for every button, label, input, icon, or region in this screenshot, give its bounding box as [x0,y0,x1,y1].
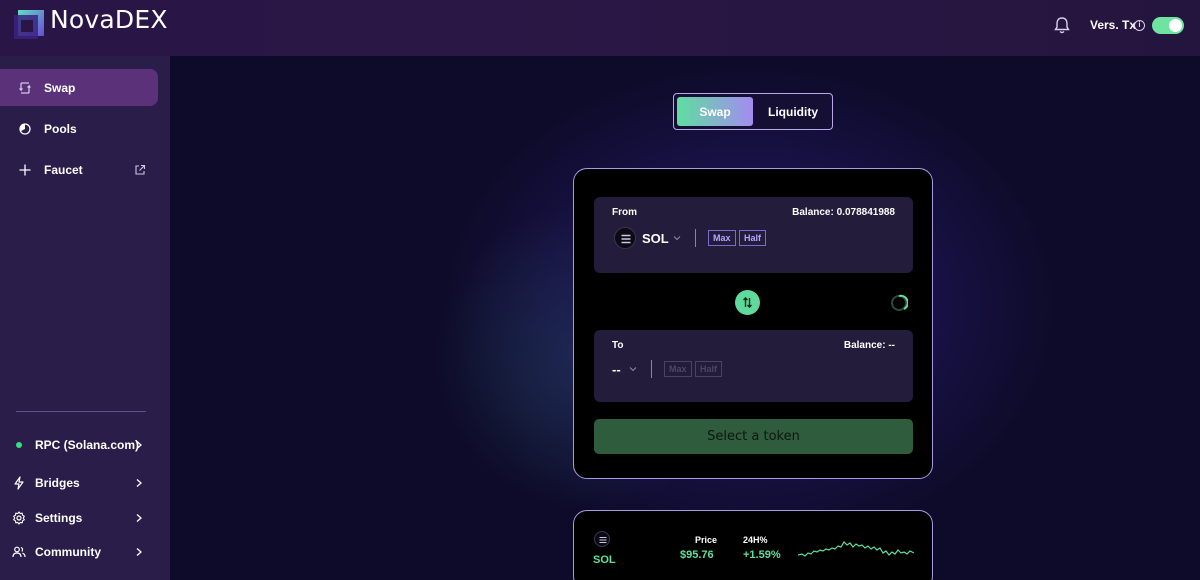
from-balance[interactable]: Balance: 0.078841988 [792,207,895,218]
from-label: From [612,207,637,218]
to-max-button[interactable]: Max [664,361,692,377]
from-max-button[interactable]: Max [708,230,736,246]
vers-tx-label: Vers. Tx [1090,18,1137,32]
to-half-button[interactable]: Half [695,361,723,377]
price-heading: Price [695,535,718,545]
sidebar-settings[interactable]: Settings [0,506,160,530]
bell-icon[interactable] [1052,15,1072,35]
chevron-right-icon [136,441,142,449]
swap-direction-button[interactable] [735,290,760,315]
swap-card: From Balance: 0.078841988 SOL Max Half T… [573,168,933,479]
price-value: $95.76 [680,549,714,561]
price-card: SOL Price $95.76 24H% +1.59% [573,510,933,580]
settings-label: Settings [35,511,83,525]
top-bar: NovaDEX Vers. Tx i [0,0,1200,56]
select-token-button[interactable]: Select a token [594,419,913,454]
refresh-spinner-icon[interactable] [890,294,908,312]
sidebar-item-label: Swap [44,80,76,95]
to-panel: To Balance: -- -- Max Half [594,330,913,402]
plus-icon [19,164,31,175]
to-label: To [612,340,624,351]
from-half-button[interactable]: Half [739,230,767,246]
sol-token-icon[interactable] [614,227,636,249]
sparkline-line [798,541,914,557]
sidebar-item-pools[interactable]: Pools [0,110,158,147]
change-value: +1.59% [743,549,781,561]
chevron-right-icon [136,548,142,556]
sidebar-item-label: Faucet [44,162,83,177]
input-divider [695,229,696,247]
chevron-right-icon [136,514,142,522]
vers-tx-toggle[interactable] [1152,17,1184,34]
solana-logo-icon [599,536,607,544]
sidebar-item-faucet[interactable]: Faucet [0,151,158,188]
rpc-status-dot [16,442,22,448]
logo-icon[interactable] [12,8,46,42]
tab-swap[interactable]: Swap [677,97,753,126]
community-label: Community [35,545,101,559]
sidebar-divider [16,411,146,412]
toggle-knob [1169,19,1182,32]
sidebar-item-label: Pools [44,121,77,136]
rpc-label: RPC (Solana.com) [35,438,140,452]
from-panel: From Balance: 0.078841988 SOL Max Half [594,197,913,273]
sidebar-rpc[interactable]: RPC (Solana.com) [0,433,160,457]
pools-icon [19,122,31,135]
sidebar-item-swap[interactable]: Swap [0,69,158,106]
change-heading: 24H% [743,535,768,545]
from-token-name[interactable]: SOL [642,231,669,246]
swap-arrows-icon [743,297,752,308]
bridges-label: Bridges [35,476,80,490]
sidebar-bridges[interactable]: Bridges [0,471,160,495]
chevron-down-icon[interactable] [673,234,681,242]
tab-liquidity[interactable]: Liquidity [756,97,830,126]
people-icon [12,546,26,558]
brand-name: NovaDEX [50,5,168,34]
price-token-label: SOL [593,554,616,566]
solana-logo-icon [621,234,631,244]
sidebar: Swap Pools Faucet RPC (Solana.com) Bridg… [0,56,170,580]
sidebar-community[interactable]: Community [0,540,160,564]
swap-liquidity-tabs: Swap Liquidity [673,93,833,130]
chevron-right-icon [136,479,142,487]
info-icon[interactable]: i [1134,20,1145,31]
price-sparkline [798,541,914,557]
to-balance: Balance: -- [843,340,895,351]
sol-token-icon [594,531,610,547]
chevron-down-icon[interactable] [629,365,637,373]
input-divider [651,360,652,378]
to-token-name[interactable]: -- [612,362,621,377]
gear-icon [13,511,25,525]
external-link-icon [135,164,146,175]
lightning-icon [14,476,24,490]
swap-icon [19,81,31,94]
